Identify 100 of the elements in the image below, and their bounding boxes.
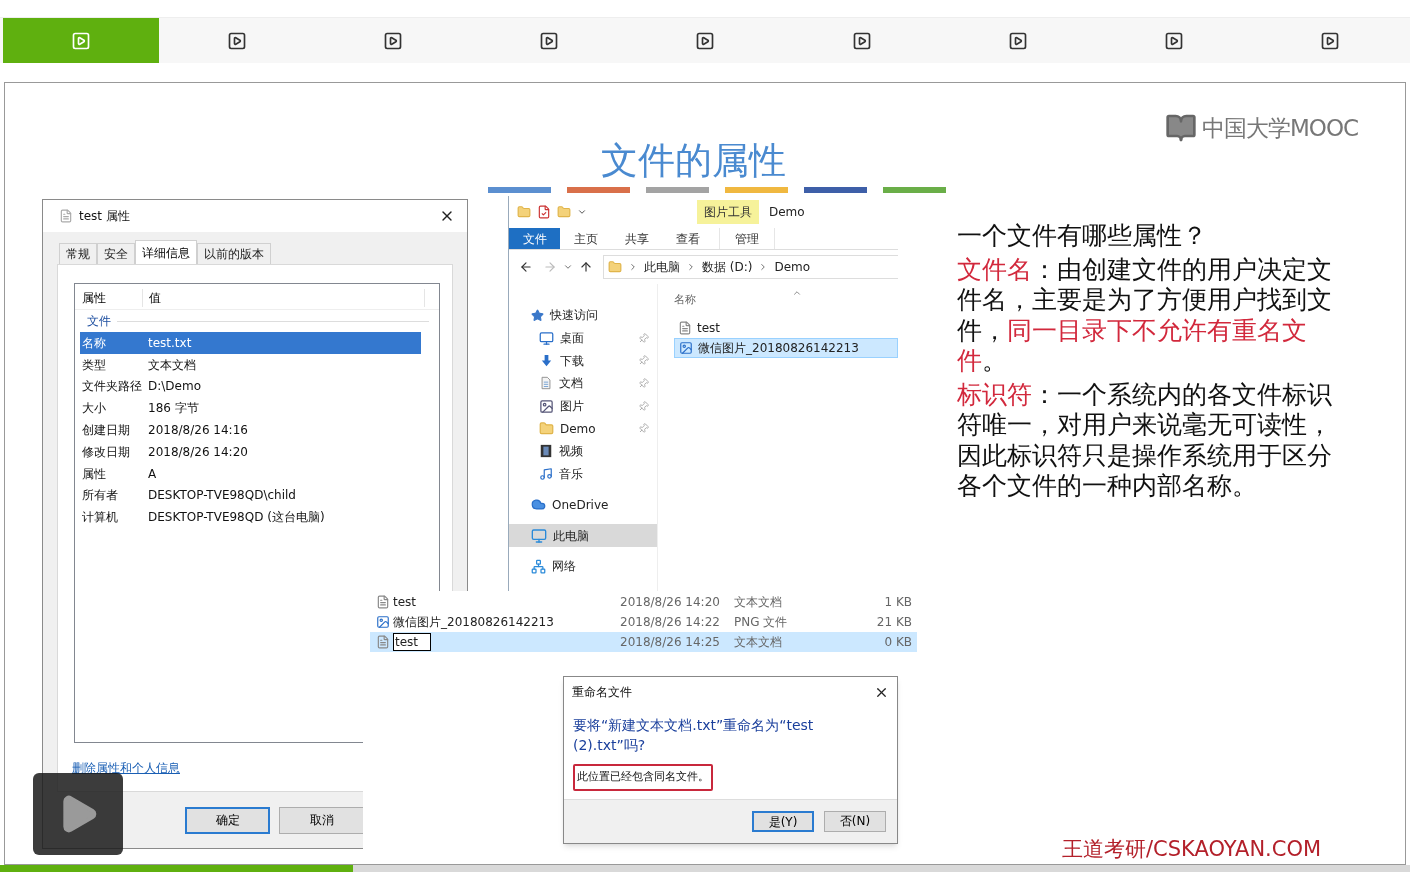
ribbon-tab[interactable]: 查看 [662, 228, 713, 249]
details-row[interactable]: 类型 文本文档 [80, 353, 421, 376]
breadcrumb-item[interactable]: 此电脑 [644, 258, 680, 276]
details-row[interactable]: 所有者 DESKTOP-TVE98QD\child [80, 484, 421, 507]
back-icon[interactable] [519, 260, 533, 274]
property-name: 所有者 [81, 487, 119, 505]
cloud-icon [531, 497, 546, 513]
text-file-icon [678, 321, 692, 335]
property-name: 名称 [81, 334, 107, 352]
file-date: 2018/8/26 14:25 [620, 634, 721, 651]
nav-item[interactable]: OneDrive [509, 493, 657, 517]
details-row[interactable]: 计算机 DESKTOP-TVE98QD (这台电脑) [80, 506, 421, 529]
dialog-button[interactable]: 是(Y) [752, 810, 814, 832]
details-row[interactable]: 大小 186 字节 [80, 397, 421, 420]
nav-item[interactable]: Demo [509, 417, 657, 441]
image-file-icon [376, 615, 390, 629]
nav-item[interactable]: 音乐 [509, 462, 657, 486]
dialog-button[interactable]: 取消 [279, 806, 364, 834]
details-row[interactable]: 文件夹路径 D:\Demo [80, 375, 421, 398]
property-value: 2018/8/26 14:16 [148, 422, 248, 440]
window-title: Demo [769, 204, 805, 221]
dialog-button[interactable]: 确定 [185, 806, 270, 834]
file-date: 2018/8/26 14:22 [620, 614, 721, 631]
dialog-tab[interactable]: 详细信息 [135, 240, 197, 264]
ribbon-tab[interactable]: 管理 [719, 228, 775, 249]
caret-icon[interactable] [577, 207, 587, 217]
play-button[interactable] [33, 773, 123, 855]
ribbon-tab[interactable]: 共享 [611, 228, 662, 249]
property-name: 类型 [81, 356, 107, 374]
play-icon [695, 30, 716, 51]
details-row[interactable]: 创建日期 2018/8/26 14:16 [80, 419, 421, 441]
up-icon[interactable] [579, 260, 593, 274]
nav-item[interactable]: 文档 [509, 372, 657, 395]
slide-title: 文件的属性 [599, 138, 787, 184]
ribbon-tab[interactable]: 主页 [560, 228, 611, 249]
file-row[interactable]: test 2018/8/26 14:25 文本文档 0 KB [370, 632, 917, 652]
document-icon [539, 376, 553, 391]
image-file-icon [679, 341, 693, 355]
footer-text: 王道考研/CSKAOYAN.COM [1062, 836, 1322, 863]
property-value: A [148, 465, 157, 483]
star-icon [531, 308, 544, 322]
file-size: 0 KB [883, 634, 912, 651]
dialog-tab[interactable]: 以前的版本 [197, 243, 271, 264]
nav-item[interactable]: 网络 [509, 554, 657, 578]
recent-locations-icon[interactable] [563, 262, 573, 272]
film-icon [539, 444, 553, 459]
picture-icon [539, 398, 554, 414]
nav-item[interactable]: 下载 [509, 349, 657, 373]
chevron-icon [628, 262, 638, 272]
nav-item[interactable]: 视频 [509, 440, 657, 463]
folder-icon[interactable] [517, 205, 531, 219]
forward-icon[interactable] [543, 260, 557, 274]
column-header[interactable]: 名称 [674, 291, 696, 309]
property-value: 2018/8/26 14:20 [148, 443, 248, 461]
property-value: DESKTOP-TVE98QD (这台电脑) [148, 509, 325, 527]
properties-icon[interactable] [537, 205, 551, 219]
details-row[interactable]: 修改日期 2018/8/26 14:20 [80, 441, 421, 463]
nav-label: 此电脑 [553, 527, 589, 545]
ribbon-tab[interactable]: 文件 [509, 228, 560, 249]
nav-item[interactable]: 桌面 [509, 326, 657, 350]
dialog-tab[interactable]: 常规 [59, 243, 97, 264]
folder-icon [539, 421, 554, 437]
file-row[interactable]: test 2018/8/26 14:20 文本文档 1 KB [370, 592, 917, 612]
property-name: 大小 [81, 400, 107, 418]
property-value: 文本文档 [148, 356, 196, 374]
new-folder-icon[interactable] [557, 205, 571, 219]
breadcrumb-item[interactable]: Demo [774, 258, 811, 276]
property-name: 修改日期 [81, 443, 131, 461]
video-segment-tab[interactable] [3, 18, 160, 63]
file-size: 21 KB [875, 614, 912, 631]
progress-track[interactable] [0, 865, 1410, 872]
nav-item[interactable]: 此电脑 [509, 524, 657, 547]
rename-field[interactable]: test [393, 633, 431, 651]
play-icon [851, 30, 872, 51]
nav-label: 下载 [560, 352, 584, 370]
nav-label: 音乐 [559, 466, 583, 484]
dialog-button[interactable]: 否(N) [824, 810, 886, 832]
file-type: PNG 文件 [734, 614, 789, 631]
file-type: 文本文档 [734, 594, 783, 611]
play-icon [71, 30, 92, 51]
property-name: 文件夹路径 [81, 378, 143, 396]
property-value: 186 字节 [148, 400, 199, 418]
breadcrumb-item[interactable]: 数据 (D:) [702, 258, 753, 276]
nav-label: Demo [560, 420, 596, 438]
property-name: 创建日期 [81, 422, 131, 440]
file-row[interactable]: 微信图片_20180826142213 2018/8/26 14:22 PNG 文件 21 KB [370, 612, 917, 632]
property-value: D:\Demo [148, 378, 201, 396]
note-paragraph: 文件名：由创建文件的用户决定文件名，主要是为了方便用户找到文件，同一目录下不允许有重名文件。 [957, 254, 1333, 377]
details-row[interactable]: 名称 test.txt [80, 332, 421, 354]
dialog-tab[interactable]: 安全 [97, 243, 135, 264]
column-header: 值 [143, 288, 425, 307]
nav-item[interactable]: 图片 [509, 394, 657, 418]
details-row[interactable]: 属性 A [80, 462, 421, 485]
nav-item[interactable]: 快速访问 [509, 304, 657, 327]
remove-info-link[interactable]: 删除属性和个人信息 [72, 759, 180, 777]
address-bar[interactable]: 此电脑 数据 (D:) Demo [603, 255, 898, 279]
file-item[interactable]: 微信图片_20180826142213 [674, 338, 898, 358]
nav-label: 文档 [559, 375, 583, 393]
file-item[interactable]: test [674, 318, 898, 338]
computer-icon [531, 527, 547, 544]
